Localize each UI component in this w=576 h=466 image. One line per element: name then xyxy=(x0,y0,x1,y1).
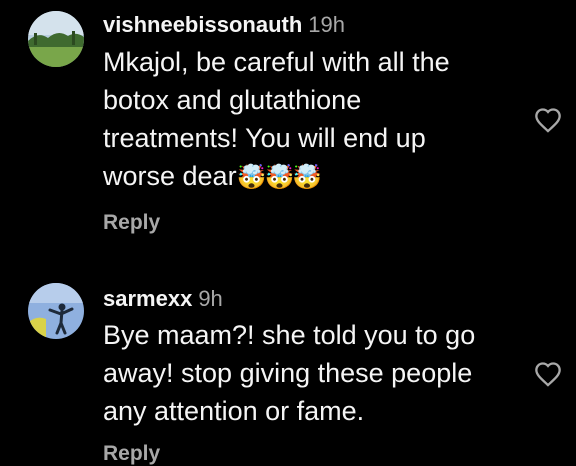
comment-line: Bye maam?! she told you to go xyxy=(103,320,476,350)
reply-button[interactable]: Reply xyxy=(103,442,160,466)
person-sky-avatar-icon xyxy=(28,283,84,339)
username[interactable]: sarmexx xyxy=(103,286,192,311)
comment-item: sarmexx 9h Bye maam?! she told you to go … xyxy=(0,0,576,465)
comment-line: away! stop giving these people xyxy=(103,358,473,388)
avatar[interactable] xyxy=(28,283,84,339)
comment-line: any attention or fame. xyxy=(103,396,365,426)
heart-icon[interactable] xyxy=(534,361,562,387)
timestamp: 9h xyxy=(198,286,223,311)
comment-header: sarmexx 9h xyxy=(103,286,223,312)
comment-text: Bye maam?! she told you to go away! stop… xyxy=(103,316,533,430)
